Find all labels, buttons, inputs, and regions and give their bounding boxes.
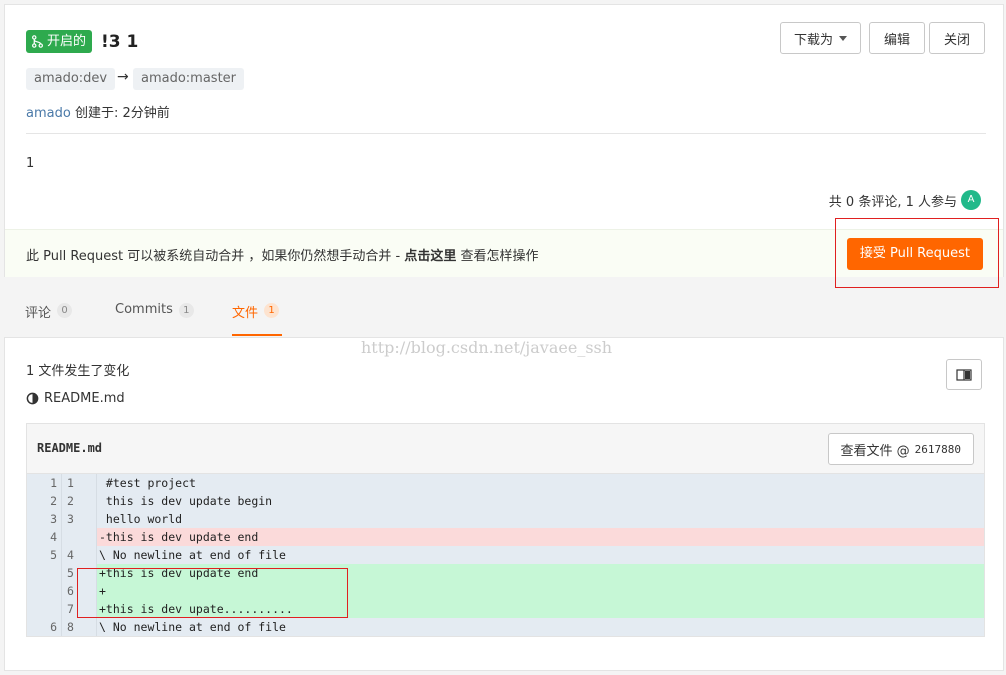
download-button[interactable]: 下载为 [780, 22, 861, 54]
diff-filename: README.md [37, 441, 103, 455]
merge-text-after: 查看怎样操作 [456, 249, 539, 264]
old-line-number[interactable] [27, 564, 62, 582]
branch-arrow: → [117, 69, 129, 85]
accept-pull-request-button[interactable]: 接受 Pull Request [846, 238, 983, 270]
tab-count: 1 [264, 303, 280, 318]
code-line: hello world [99, 512, 183, 526]
status-badge: 开启的 [26, 30, 93, 53]
code-line: +this is dev update end [97, 564, 984, 582]
diff-header: README.md 查看文件 @ 2617880 [27, 424, 984, 474]
download-label: 下载为 [793, 32, 833, 48]
old-line-number[interactable] [27, 600, 62, 618]
watermark: http://blog.csdn.net/javaee_ssh [361, 338, 613, 357]
merge-message: 此 Pull Request 可以被系统自动合并 ，如果你仍然想手动合并 - 点… [26, 245, 539, 264]
old-line-number[interactable]: 4 [27, 528, 62, 546]
tab-label: 文件 [232, 306, 259, 321]
code-line: \ No newline at end of file [99, 620, 286, 634]
tab-files[interactable]: 文件 1 [232, 302, 282, 336]
source-branch[interactable]: amado:dev [26, 68, 116, 90]
comment-summary: 共 0 条评论, 1 人参与 A [829, 190, 981, 210]
code-line: +this is dev upate.......... [97, 600, 984, 618]
code-line: #test project [99, 476, 196, 490]
new-line-number[interactable] [62, 528, 97, 546]
code-line: \ No newline at end of file [99, 548, 286, 562]
diff-view: README.md 查看文件 @ 2617880 11 #test projec… [26, 423, 985, 637]
diff-line: 22 this is dev update begin [27, 492, 984, 510]
divider [26, 133, 986, 134]
code-line: -this is dev update end [97, 528, 984, 546]
changed-file-link[interactable]: README.md [26, 391, 125, 406]
old-line-number[interactable]: 6 [27, 618, 62, 636]
split-view-icon [956, 368, 972, 381]
old-line-number[interactable]: 5 [27, 546, 62, 564]
tab-count: 0 [57, 303, 73, 318]
diff-line: 11 #test project [27, 474, 984, 492]
diff-line: 6 8 \ No newline at end of file [27, 618, 984, 636]
split-view-toggle-button[interactable] [946, 359, 982, 390]
half-circle-file-icon [26, 392, 39, 405]
avatar[interactable]: A [961, 190, 981, 210]
tab-label: Commits [115, 302, 173, 317]
tab-count: 1 [178, 303, 194, 318]
pr-tabs: 评论 0 Commits 1 文件 1 [4, 291, 1004, 337]
old-line-number[interactable]: 2 [27, 492, 62, 510]
diff-rows: 11 #test project 2 2 this is dev update be… [27, 474, 984, 636]
diff-line: 33 hello world [27, 510, 984, 528]
merge-status-bar: 此 Pull Request 可以被系统自动合并 ，如果你仍然想手动合并 - 点… [5, 229, 1003, 277]
tab-comments[interactable]: 评论 0 [25, 302, 73, 336]
new-line-number[interactable]: 5 [62, 564, 97, 582]
diff-line: 7 +this is dev upate.......... [27, 600, 984, 618]
diff-line: 6 + [27, 582, 984, 600]
diff-line: 5 +this is dev update end [27, 564, 984, 582]
files-card: http://blog.csdn.net/javaee_ssh 1 文件发生了变… [4, 337, 1004, 671]
new-line-number[interactable]: 2 [62, 492, 97, 510]
pr-description: 1 [26, 156, 35, 171]
view-file-button[interactable]: 查看文件 @ 2617880 [827, 433, 974, 465]
code-line: + [97, 582, 984, 600]
pr-header-card: 开启的 !3 1 下载为 编辑 关闭 amado:dev → amado:mas… [4, 4, 1004, 277]
new-line-number[interactable]: 8 [62, 618, 97, 636]
old-line-number[interactable]: 1 [27, 474, 62, 492]
edit-button[interactable]: 编辑 [869, 22, 925, 54]
created-time: 创建于: 2分钟前 [74, 106, 170, 121]
new-line-number[interactable]: 1 [62, 474, 97, 492]
comment-summary-text: 共 0 条评论, 1 人参与 [828, 194, 957, 210]
merge-text-before: 此 Pull Request 可以被系统自动合并 ，如果你仍然想手动合并 - [26, 249, 405, 264]
diff-line: 4 -this is dev update end [27, 528, 984, 546]
author-link[interactable]: amado [26, 106, 71, 121]
code-line: this is dev update begin [99, 494, 273, 508]
status-label: 开启的 [47, 34, 87, 49]
old-line-number[interactable]: 3 [27, 510, 62, 528]
changed-file-name: README.md [44, 391, 125, 406]
old-line-number[interactable] [27, 582, 62, 600]
pr-meta: amado 创建于: 2分钟前 [26, 102, 170, 121]
new-line-number[interactable]: 6 [62, 582, 97, 600]
close-button[interactable]: 关闭 [929, 22, 985, 54]
tab-commits[interactable]: Commits 1 [115, 302, 194, 336]
tab-label: 评论 [25, 306, 52, 321]
commit-sha: 2617880 [914, 442, 961, 456]
new-line-number[interactable]: 4 [62, 546, 97, 564]
target-branch[interactable]: amado:master [133, 68, 245, 90]
new-line-number[interactable]: 7 [62, 600, 97, 618]
new-line-number[interactable]: 3 [62, 510, 97, 528]
git-merge-icon [32, 35, 43, 48]
merge-help-link[interactable]: 点击这里 [404, 249, 456, 264]
diff-line: 5 4 \ No newline at end of file [27, 546, 984, 564]
chevron-down-icon [839, 35, 847, 41]
pr-title: !3 1 [101, 32, 139, 52]
view-file-label: 查看文件 @ [840, 443, 910, 459]
changes-summary: 1 文件发生了变化 [26, 364, 130, 379]
